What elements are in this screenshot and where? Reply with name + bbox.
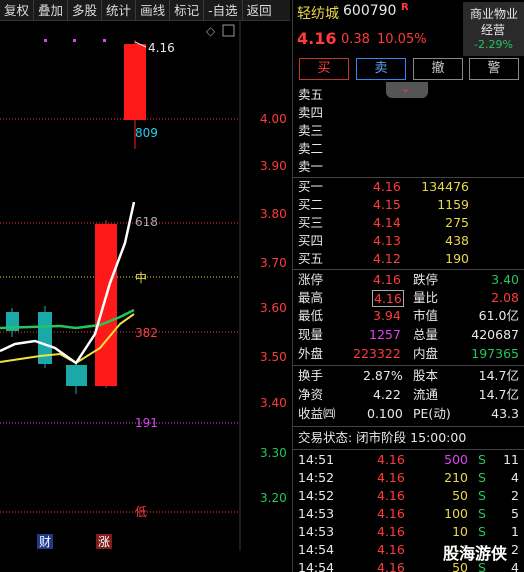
alert-button[interactable]: 警: [469, 58, 519, 80]
square-icon[interactable]: [222, 24, 235, 37]
level-mid-label: 中: [135, 270, 147, 285]
toolbar-remove-watchlist[interactable]: -自选: [204, 0, 243, 21]
tick-row: 14:53 4.16 10 S 1: [298, 524, 519, 539]
diamond-icon[interactable]: ◇: [206, 24, 216, 38]
stats-row: 涨停 4.16 跌停 3.40: [298, 272, 519, 287]
level-809-label: 809: [135, 126, 158, 140]
bid-row: 买四 4.13 438: [298, 233, 469, 248]
sell-button[interactable]: 卖: [356, 58, 406, 80]
limitup-marker: 涨: [98, 534, 110, 549]
ask-row-4: 卖四: [298, 105, 324, 120]
stats-row: 外盘 223322 内盘 197365: [298, 346, 519, 361]
stats-row: 换手 2.87% 股本 14.7亿: [298, 368, 519, 383]
level-618-label: 618: [135, 215, 158, 229]
price-axis-label: 3.40: [260, 396, 287, 410]
bid-row: 买五 4.12 190: [298, 251, 469, 266]
toolbar-draw-line[interactable]: 画线: [136, 0, 171, 21]
toolbar-mark[interactable]: 标记: [170, 0, 205, 21]
price-change: 0.38: [341, 32, 370, 47]
ask-row-5: 卖五: [298, 87, 324, 102]
watermark: 股海游侠: [443, 544, 508, 563]
tick-row: 14:52 4.16 50 S 2: [298, 488, 519, 503]
price-axis-label: 3.20: [260, 491, 287, 505]
level-382-label: 382: [135, 326, 158, 340]
toolbar-restore-rights[interactable]: 复权: [0, 0, 35, 21]
ask-row-2: 卖二: [298, 141, 324, 156]
candle-up: [124, 44, 146, 120]
trade-status: 交易状态: 闭市阶段 15:00:00: [298, 430, 467, 445]
toolbar-back[interactable]: 返回: [243, 0, 276, 21]
candle-up: [95, 224, 117, 386]
kline-chart-canvas: ◇ 4.16 809 618 中 382 191 低 4.00 3.90 3.8…: [0, 21, 287, 551]
price-axis-label: 3.90: [260, 159, 287, 173]
toolbar-statistics[interactable]: 统计: [102, 0, 137, 21]
level-low-label: 低: [135, 505, 147, 519]
chart-toolbar: 复权 叠加 多股 统计 画线 标记 -自选 返回: [0, 0, 290, 21]
tick-row: 14:52 4.16 210 S 4: [298, 470, 519, 485]
stock-name: 轻纺城: [297, 6, 339, 22]
price-axis-label: 3.30: [260, 446, 287, 460]
ask-row-1: 卖一: [298, 159, 324, 174]
sector-change-pct: -2.29%: [474, 38, 513, 51]
price-axis-label: 4.00: [260, 112, 287, 126]
price-change-pct: 10.05%: [377, 32, 427, 47]
sector-name: 商业物业: [470, 7, 519, 21]
stats-row: 净资 4.22 流通 14.7亿: [298, 387, 519, 402]
kline-chart[interactable]: ◇ 4.16 809 618 中 382 191 低 4.00 3.90 3.8…: [0, 21, 290, 551]
price-axis-label: 3.50: [260, 350, 287, 364]
candle-down: [66, 365, 87, 386]
toolbar-multi-stock[interactable]: 多股: [68, 0, 103, 21]
chart-footer: [0, 551, 290, 572]
price-axis-label: 3.60: [260, 301, 287, 315]
level-191-label: 191: [135, 416, 158, 430]
toolbar-overlay[interactable]: 叠加: [34, 0, 69, 21]
tick-row: 14:53 4.16 100 S 5: [298, 506, 519, 521]
stats-row: 最高 4.16 量比 2.08: [298, 290, 519, 307]
bid-row: 买一 4.16 134476: [298, 179, 469, 194]
stock-code: 600790: [343, 3, 397, 19]
price-axis-label: 3.70: [260, 256, 287, 270]
bid-row: 买三 4.14 275: [298, 215, 469, 230]
stats-row: 收益㈣ 0.100 PE(动) 43.3: [298, 406, 519, 421]
buy-button[interactable]: 买: [299, 58, 349, 80]
current-price: 4.16: [297, 29, 337, 48]
finance-marker: 财: [39, 535, 51, 549]
margin-flag: R: [401, 2, 409, 13]
sector-sub: 经营: [481, 23, 506, 37]
stats-row: 最低 3.94 市值 61.0亿: [298, 308, 519, 323]
sector-box[interactable]: 商业物业 经营 -2.29%: [463, 2, 524, 56]
price-axis-label: 3.80: [260, 207, 287, 221]
cancel-order-button[interactable]: 撤: [413, 58, 463, 80]
high-marker-label: 4.16: [148, 41, 175, 55]
high-value-box: 4.16: [372, 290, 404, 307]
tick-row: 14:51 4.16 500 S 11: [298, 452, 519, 467]
stats-row: 现量 1257 总量 420687: [298, 327, 519, 342]
ask-row-3: 卖三: [298, 123, 324, 138]
bid-row: 买二 4.15 1159: [298, 197, 469, 212]
quote-panel: 轻纺城 600790 R 4.16 0.38 10.05% 商业物业 经营 -2…: [292, 0, 524, 572]
